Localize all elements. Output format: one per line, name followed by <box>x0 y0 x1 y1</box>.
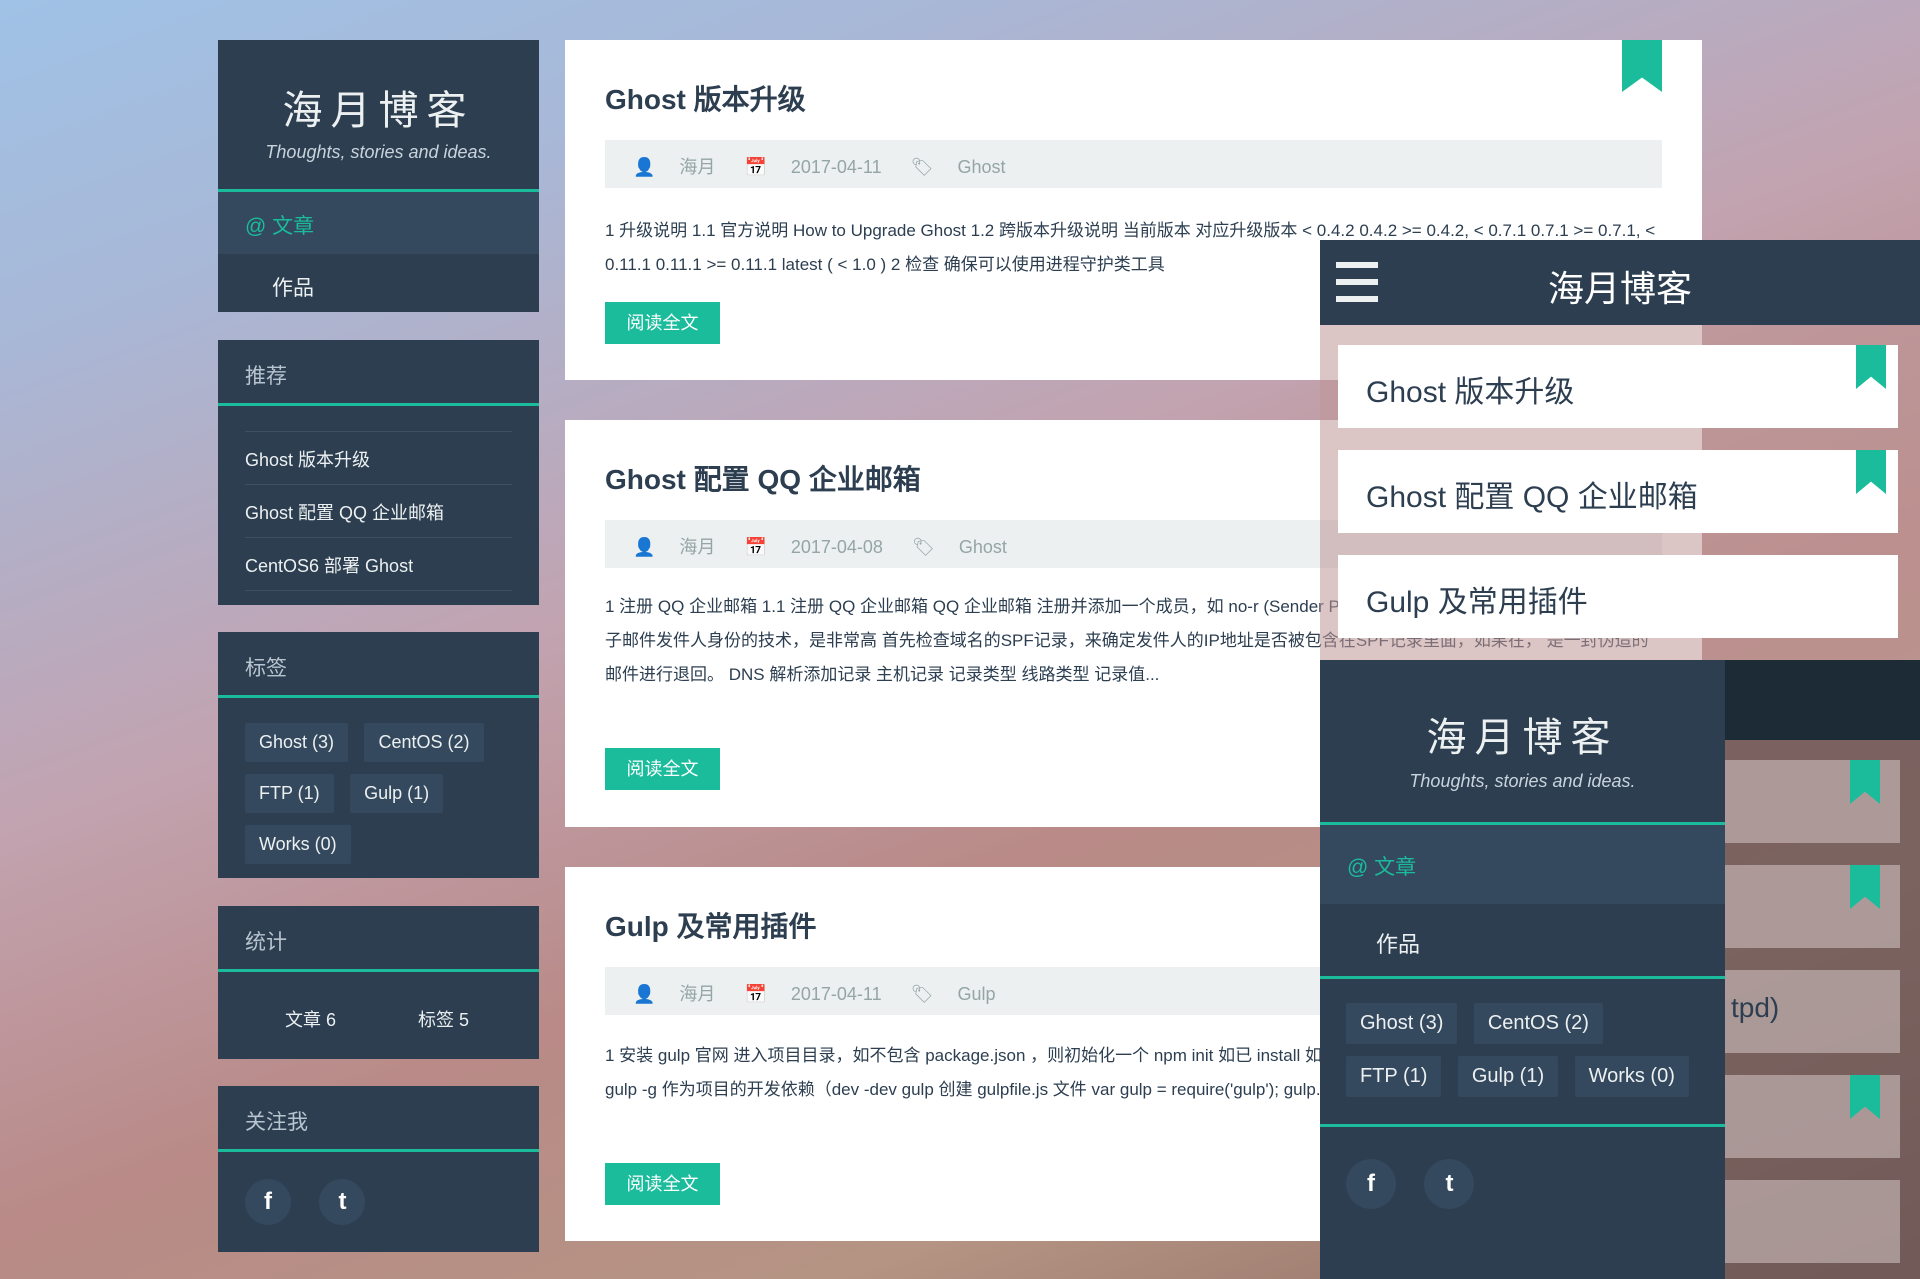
recommend-list: Ghost 版本升级 Ghost 配置 QQ 企业邮箱 CentOS6 部署 G… <box>218 431 539 591</box>
dimmed-card-text: tpd) <box>1731 992 1780 1023</box>
mobile-post-card[interactable]: Gulp 及常用插件 <box>1338 555 1898 638</box>
mobile-header: 海月博客 <box>1320 240 1920 325</box>
tag-ghost[interactable]: Ghost (3) <box>1346 1003 1458 1044</box>
mobile-preview: 海月博客 Ghost 版本升级 Ghost 配置 QQ 企业邮箱 Gulp 及常… <box>1320 240 1920 1279</box>
tags-heading: 标签 <box>218 632 539 698</box>
tag-ftp[interactable]: FTP (1) <box>245 774 334 813</box>
mobile-post-card[interactable]: Ghost 版本升级 <box>1338 345 1898 428</box>
tag-cloud: Ghost (3) CentOS (2) FTP (1) Gulp (1) Wo… <box>218 698 539 876</box>
post-date: 2017-04-08 <box>790 537 883 557</box>
follow-widget: 关注我 f t <box>218 1086 539 1252</box>
mobile-drawer: 海月博客 Thoughts, stories and ideas. @ 文章 作… <box>1320 660 1725 1279</box>
post-author[interactable]: 海月 <box>679 984 715 1004</box>
calendar-icon: 📅 <box>744 984 767 1004</box>
mobile-title[interactable]: 海月博客 <box>1548 260 1692 312</box>
stats-heading: 统计 <box>218 906 539 972</box>
post-title[interactable]: Ghost 版本升级 <box>605 78 806 118</box>
calendar-icon: 📅 <box>744 537 767 557</box>
post-date: 2017-04-11 <box>790 984 882 1004</box>
user-icon: 👤 <box>633 984 656 1004</box>
dimmed-card <box>1725 1075 1900 1158</box>
stats-widget: 统计 文章 6 标签 5 <box>218 906 539 1059</box>
bookmark-icon <box>1850 760 1880 804</box>
calendar-icon: 📅 <box>744 157 767 177</box>
drawer-brand: 海月博客 Thoughts, stories and ideas. <box>1320 660 1725 825</box>
tag-ftp[interactable]: FTP (1) <box>1346 1056 1442 1097</box>
bookmark-icon <box>1856 345 1886 389</box>
dimmed-card <box>1725 865 1900 948</box>
nav-item-works[interactable]: 作品 <box>218 254 539 312</box>
dimmed-card: tpd) <box>1725 970 1900 1053</box>
bookmark-icon <box>1850 1075 1880 1119</box>
read-more-button[interactable]: 阅读全文 <box>605 748 720 790</box>
post-tag[interactable]: Ghost <box>957 157 1005 177</box>
recommend-heading: 推荐 <box>218 340 539 406</box>
post-title[interactable]: Ghost 配置 QQ 企业邮箱 <box>605 458 921 498</box>
user-icon: 👤 <box>633 157 656 177</box>
bookmark-icon <box>1850 865 1880 909</box>
tag-works[interactable]: Works (0) <box>1574 1056 1689 1097</box>
main-nav: @ 文章 作品 <box>218 192 539 312</box>
post-tag[interactable]: Ghost <box>959 537 1007 557</box>
facebook-icon[interactable]: f <box>1346 1159 1396 1209</box>
tag-works[interactable]: Works (0) <box>245 825 351 864</box>
tag-icon: 🏷 <box>911 537 935 557</box>
blog-brand: 海月博客 Thoughts, stories and ideas. <box>218 40 539 192</box>
stat-articles: 文章 6 <box>285 1010 337 1030</box>
tag-icon: 🏷 <box>910 984 934 1004</box>
post-title[interactable]: Gulp 及常用插件 <box>605 905 817 945</box>
tag-gulp[interactable]: Gulp (1) <box>350 774 444 813</box>
twitter-icon[interactable]: t <box>319 1179 366 1225</box>
follow-heading: 关注我 <box>218 1086 539 1152</box>
post-author[interactable]: 海月 <box>679 157 715 177</box>
tags-widget: 标签 Ghost (3) CentOS (2) FTP (1) Gulp (1)… <box>218 632 539 878</box>
drawer-nav-works[interactable]: 作品 <box>1320 904 1725 979</box>
post-author[interactable]: 海月 <box>679 537 715 557</box>
nav-item-articles[interactable]: @ 文章 <box>218 192 539 254</box>
twitter-icon[interactable]: t <box>1424 1159 1475 1209</box>
post-date: 2017-04-11 <box>790 157 882 177</box>
tag-icon: 🏷 <box>910 157 934 177</box>
user-icon: 👤 <box>633 537 656 557</box>
read-more-button[interactable]: 阅读全文 <box>605 302 720 344</box>
hamburger-menu-icon[interactable] <box>1336 262 1378 302</box>
mobile-post-title[interactable]: Ghost 配置 QQ 企业邮箱 <box>1366 472 1698 516</box>
mobile-post-title[interactable]: Ghost 版本升级 <box>1366 367 1574 411</box>
mobile-post-card[interactable]: Ghost 配置 QQ 企业邮箱 <box>1338 450 1898 533</box>
mobile-post-title[interactable]: Gulp 及常用插件 <box>1366 577 1588 621</box>
facebook-icon[interactable]: f <box>245 1179 291 1225</box>
blog-subtitle: Thoughts, stories and ideas. <box>265 142 492 162</box>
drawer-tag-cloud: Ghost (3) CentOS (2) FTP (1) Gulp (1) Wo… <box>1320 979 1725 1127</box>
bookmark-icon <box>1856 450 1886 494</box>
recommend-link[interactable]: Ghost 配置 QQ 企业邮箱 <box>245 484 512 537</box>
recommend-link[interactable]: CentOS6 部署 Ghost <box>245 537 512 591</box>
stat-tags: 标签 5 <box>418 1010 470 1030</box>
drawer-social-links: f t <box>1320 1127 1725 1209</box>
mobile-header-dimmed <box>1725 660 1920 740</box>
tag-centos[interactable]: CentOS (2) <box>364 723 484 762</box>
read-more-button[interactable]: 阅读全文 <box>605 1163 720 1205</box>
tag-centos[interactable]: CentOS (2) <box>1473 1003 1603 1044</box>
bookmark-icon <box>1622 40 1662 92</box>
drawer-subtitle: Thoughts, stories and ideas. <box>1409 771 1636 791</box>
recommend-link[interactable]: Ghost 版本升级 <box>245 431 512 484</box>
drawer-title[interactable]: 海月博客 <box>1320 660 1725 763</box>
recommend-widget: 推荐 Ghost 版本升级 Ghost 配置 QQ 企业邮箱 CentOS6 部… <box>218 340 539 605</box>
tag-ghost[interactable]: Ghost (3) <box>245 723 349 762</box>
post-meta: 👤 海月 📅 2017-04-11 🏷 Ghost <box>605 140 1662 188</box>
dimmed-card <box>1725 760 1900 843</box>
drawer-nav-articles[interactable]: @ 文章 <box>1320 825 1725 904</box>
post-tag[interactable]: Gulp <box>957 984 995 1004</box>
dimmed-card <box>1725 1180 1900 1263</box>
social-links: f t <box>218 1152 539 1225</box>
tag-gulp[interactable]: Gulp (1) <box>1457 1056 1559 1097</box>
blog-title[interactable]: 海月博客 <box>218 78 539 136</box>
